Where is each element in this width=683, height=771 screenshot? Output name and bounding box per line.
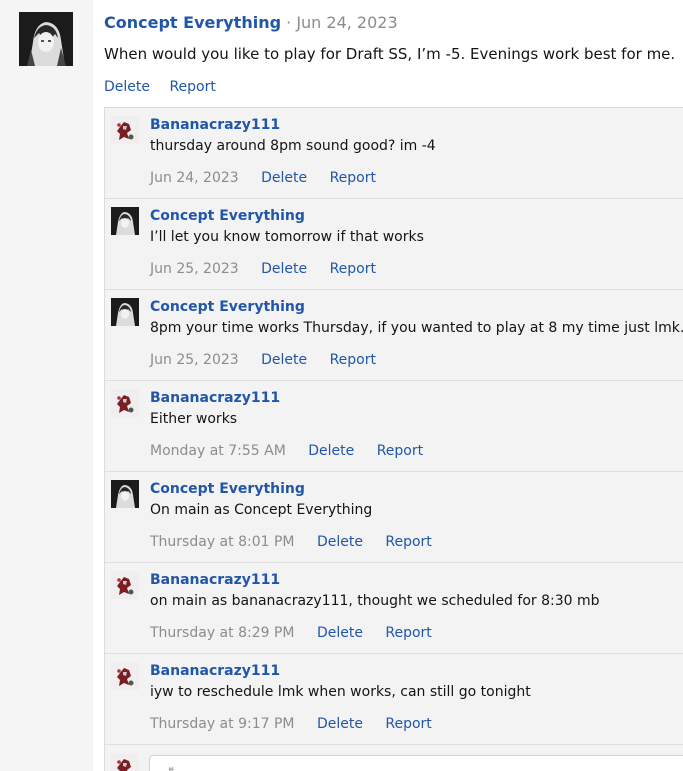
comment-report-link[interactable]: Report: [377, 443, 423, 459]
comment-author-link[interactable]: Bananacrazy111: [150, 662, 280, 680]
reply-input[interactable]: ❝: [149, 755, 683, 771]
comment-item: Concept Everything I’ll let you know tom…: [105, 199, 683, 290]
comment-report-link[interactable]: Report: [385, 716, 431, 732]
post-date[interactable]: Jun 24, 2023: [296, 13, 397, 32]
comment-date[interactable]: Thursday at 9:17 PM: [150, 716, 294, 732]
post-body: When would you like to play for Draft SS…: [104, 45, 676, 63]
post-actions: Delete Report: [104, 78, 231, 96]
comment-delete-link[interactable]: Delete: [261, 261, 307, 277]
comment-date[interactable]: Monday at 7:55 AM: [150, 443, 286, 459]
dark-anime-avatar-icon[interactable]: [111, 298, 139, 326]
comment-report-link[interactable]: Report: [330, 170, 376, 186]
comment-text: on main as bananacrazy111, thought we sc…: [150, 593, 600, 609]
comment-text: Either works: [150, 411, 238, 427]
comment-item: Bananacrazy111 thursday around 8pm sound…: [105, 108, 683, 199]
comment-report-link[interactable]: Report: [330, 261, 376, 277]
comment-date[interactable]: Jun 24, 2023: [150, 170, 239, 186]
dark-anime-avatar-icon[interactable]: [111, 207, 139, 235]
comment-text: thursday around 8pm sound good? im -4: [150, 138, 436, 154]
dark-anime-avatar-icon[interactable]: [111, 480, 139, 508]
comment-item: Bananacrazy111 on main as bananacrazy111…: [105, 563, 683, 654]
comment-item: Bananacrazy111 Either works Monday at 7:…: [105, 381, 683, 472]
comment-item: Concept Everything 8pm your time works T…: [105, 290, 683, 381]
comment-meta: Thursday at 9:17 PM Delete Report: [150, 715, 450, 733]
comment-author-link[interactable]: Bananacrazy111: [150, 571, 280, 589]
post-delete-link[interactable]: Delete: [104, 79, 150, 95]
comment-delete-link[interactable]: Delete: [261, 352, 307, 368]
comment-author-link[interactable]: Concept Everything: [150, 207, 305, 225]
comment-report-link[interactable]: Report: [330, 352, 376, 368]
comment-delete-link[interactable]: Delete: [308, 443, 354, 459]
comment-author-link[interactable]: Bananacrazy111: [150, 116, 280, 134]
comment-item: Bananacrazy111 iyw to reschedule lmk whe…: [105, 654, 683, 745]
comment-date[interactable]: Jun 25, 2023: [150, 352, 239, 368]
red-robot-avatar-icon[interactable]: [111, 116, 139, 144]
post-author-link[interactable]: Concept Everything: [104, 13, 281, 32]
comment-author-link[interactable]: Bananacrazy111: [150, 389, 280, 407]
comment-delete-link[interactable]: Delete: [317, 716, 363, 732]
header-separator: ·: [286, 13, 292, 32]
comment-date[interactable]: Jun 25, 2023: [150, 261, 239, 277]
post-report-link[interactable]: Report: [169, 79, 215, 95]
comment-delete-link[interactable]: Delete: [261, 170, 307, 186]
comment-meta: Thursday at 8:01 PM Delete Report: [150, 533, 450, 551]
comment-author-link[interactable]: Concept Everything: [150, 298, 305, 316]
comment-meta: Monday at 7:55 AM Delete Report: [150, 442, 441, 460]
red-robot-avatar-icon[interactable]: [111, 389, 139, 417]
comment-report-link[interactable]: Report: [385, 534, 431, 550]
comment-text: I’ll let you know tomorrow if that works: [150, 229, 424, 245]
post-author-avatar[interactable]: [19, 12, 73, 66]
comment-text: iyw to reschedule lmk when works, can st…: [150, 684, 531, 700]
comments-panel: Bananacrazy111 thursday around 8pm sound…: [104, 107, 683, 771]
quote-icon[interactable]: ❝: [168, 766, 178, 771]
red-robot-avatar-icon[interactable]: [111, 662, 139, 690]
comment-text: 8pm your time works Thursday, if you wan…: [150, 320, 683, 336]
comment-meta: Thursday at 8:29 PM Delete Report: [150, 624, 450, 642]
comment-author-link[interactable]: Concept Everything: [150, 480, 305, 498]
left-gutter: [0, 0, 93, 771]
comment-meta: Jun 25, 2023 Delete Report: [150, 351, 394, 369]
post-header: Concept Everything · Jun 24, 2023: [104, 13, 398, 33]
red-robot-avatar-icon[interactable]: [111, 571, 139, 599]
reply-row: ❝: [105, 745, 683, 771]
comment-date[interactable]: Thursday at 8:01 PM: [150, 534, 294, 550]
red-robot-avatar-icon: [111, 753, 139, 771]
comment-date[interactable]: Thursday at 8:29 PM: [150, 625, 294, 641]
comment-meta: Jun 25, 2023 Delete Report: [150, 260, 394, 278]
comment-text: On main as Concept Everything: [150, 502, 373, 518]
comment-meta: Jun 24, 2023 Delete Report: [150, 169, 394, 187]
comment-item: Concept Everything On main as Concept Ev…: [105, 472, 683, 563]
comment-delete-link[interactable]: Delete: [317, 534, 363, 550]
comment-report-link[interactable]: Report: [385, 625, 431, 641]
comment-delete-link[interactable]: Delete: [317, 625, 363, 641]
